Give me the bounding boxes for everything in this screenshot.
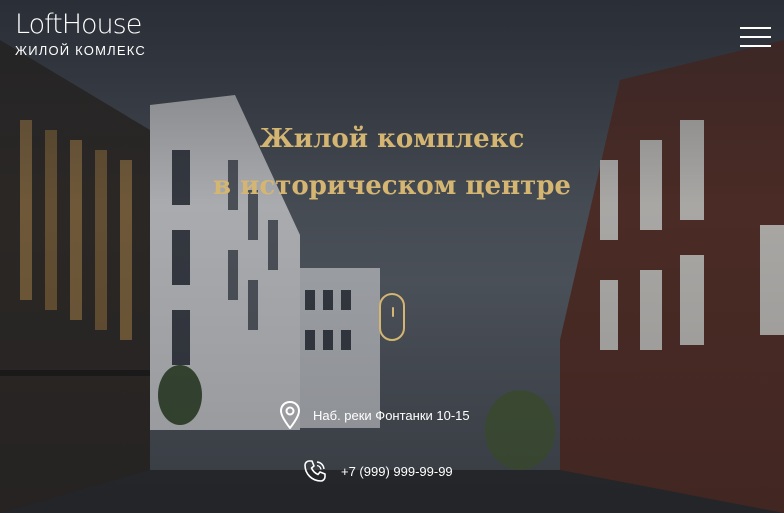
logo-title: LoftHouse <box>15 9 142 40</box>
address-row: Наб. реки Фонтанки 10-15 <box>280 401 470 429</box>
address-text: Наб. реки Фонтанки 10-15 <box>313 407 470 423</box>
hero-section: LoftHouse ЖИЛОЙ КОМЛЕКС Жилой комплекс в… <box>0 0 784 513</box>
phone-row[interactable]: +7 (999) 999-99-99 <box>303 459 453 483</box>
hamburger-menu-icon[interactable] <box>740 27 771 47</box>
phone-number[interactable]: +7 (999) 999-99-99 <box>341 464 453 479</box>
phone-icon <box>304 460 326 482</box>
site-logo[interactable]: LoftHouse ЖИЛОЙ КОМЛЕКС <box>15 9 146 59</box>
mouse-wheel <box>392 307 394 317</box>
headline-line-1: Жилой комплекс <box>259 124 525 154</box>
hero-dark-overlay <box>0 0 784 513</box>
headline-line-2: в историческом центре <box>213 171 571 201</box>
hero-headline: Жилой комплекс в историческом центре <box>0 116 784 210</box>
logo-subtitle: ЖИЛОЙ КОМЛЕКС <box>15 43 146 58</box>
mouse-scroll-icon[interactable] <box>379 293 405 341</box>
location-pin-icon <box>280 401 300 429</box>
